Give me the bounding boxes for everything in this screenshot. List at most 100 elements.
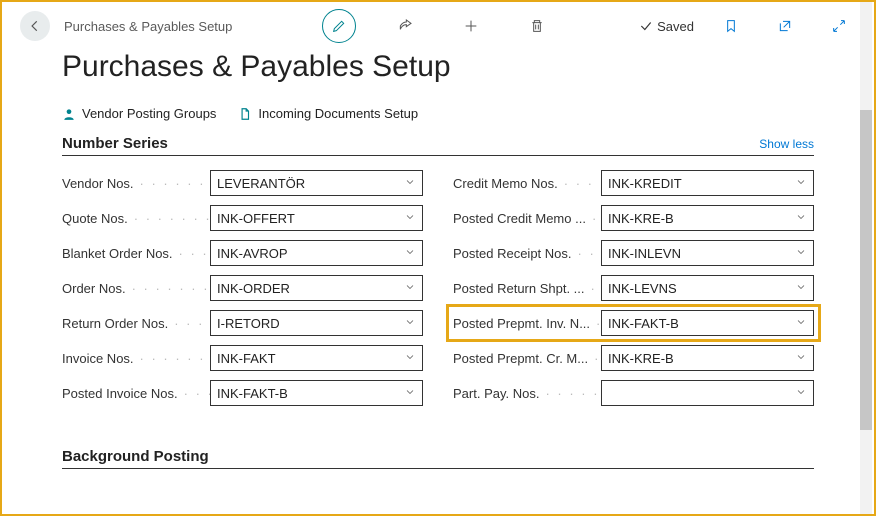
highlighted-field-wrapper: Posted Prepmt. Inv. N... INK-FAKT-B — [446, 304, 821, 342]
arrow-left-icon — [28, 19, 42, 33]
section-header: Number Series Show less — [62, 135, 814, 156]
field-dropdown[interactable]: I-RETORD — [210, 310, 423, 336]
field-value: INK-AVROP — [217, 246, 288, 261]
field-value: INK-FAKT-B — [217, 386, 288, 401]
chevron-down-icon — [795, 386, 807, 401]
chevron-down-icon — [795, 211, 807, 226]
field-posted-invoice-nos: Posted Invoice Nos. INK-FAKT-B — [62, 380, 423, 406]
scrollbar-track[interactable] — [860, 2, 872, 514]
field-dropdown[interactable]: INK-INLEVN — [601, 240, 814, 266]
field-dropdown[interactable]: INK-KRE-B — [601, 345, 814, 371]
background-posting-section: Background Posting — [2, 448, 874, 469]
top-center-actions — [322, 9, 554, 43]
field-credit-memo-nos: Credit Memo Nos. INK-KREDIT — [453, 170, 814, 196]
field-dropdown[interactable]: INK-AVROP — [210, 240, 423, 266]
bookmark-button[interactable] — [714, 9, 748, 43]
field-value: INK-ORDER — [217, 281, 290, 296]
field-label: Part. Pay. Nos. — [453, 386, 601, 401]
field-dropdown[interactable] — [601, 380, 814, 406]
show-less-link[interactable]: Show less — [759, 137, 814, 151]
section-header: Background Posting — [62, 448, 814, 469]
field-dropdown[interactable]: INK-KREDIT — [601, 170, 814, 196]
link-label: Incoming Documents Setup — [258, 106, 418, 121]
field-posted-receipt-nos: Posted Receipt Nos. INK-INLEVN — [453, 240, 814, 266]
document-icon — [238, 107, 252, 121]
field-label: Posted Return Shpt. ... — [453, 281, 601, 296]
field-return-order-nos: Return Order Nos. I-RETORD — [62, 310, 423, 336]
field-vendor-nos: Vendor Nos. LEVERANTÖR — [62, 170, 423, 196]
chevron-down-icon — [404, 316, 416, 331]
field-dropdown[interactable]: INK-FAKT-B — [210, 380, 423, 406]
page-title: Purchases & Payables Setup — [2, 50, 874, 100]
field-label: Posted Prepmt. Inv. N... — [453, 316, 601, 331]
trash-icon — [529, 18, 545, 34]
person-icon — [62, 107, 76, 121]
saved-status: Saved — [639, 19, 694, 34]
bookmark-icon — [723, 18, 739, 34]
share-button[interactable] — [388, 9, 422, 43]
field-posted-prepmt-cr: Posted Prepmt. Cr. M... INK-KRE-B — [453, 345, 814, 371]
chevron-down-icon — [795, 281, 807, 296]
field-label: Posted Invoice Nos. — [62, 386, 210, 401]
chevron-down-icon — [404, 211, 416, 226]
field-value: LEVERANTÖR — [217, 176, 305, 191]
vendor-posting-groups-link[interactable]: Vendor Posting Groups — [62, 106, 216, 121]
field-posted-return-shpt: Posted Return Shpt. ... INK-LEVNS — [453, 275, 814, 301]
delete-button[interactable] — [520, 9, 554, 43]
field-invoice-nos: Invoice Nos. INK-FAKT — [62, 345, 423, 371]
share-icon — [397, 18, 413, 34]
link-label: Vendor Posting Groups — [82, 106, 216, 121]
pencil-icon — [331, 18, 347, 34]
field-value: INK-LEVNS — [608, 281, 677, 296]
incoming-documents-setup-link[interactable]: Incoming Documents Setup — [238, 106, 418, 121]
field-value: INK-OFFERT — [217, 211, 295, 226]
scrollbar-thumb[interactable] — [860, 110, 872, 430]
field-label: Posted Receipt Nos. — [453, 246, 601, 261]
field-posted-credit-memo: Posted Credit Memo ... INK-KRE-B — [453, 205, 814, 231]
saved-label: Saved — [657, 19, 694, 34]
number-series-section: Number Series Show less Vendor Nos. LEVE… — [2, 135, 874, 406]
field-part-pay-nos: Part. Pay. Nos. — [453, 380, 814, 406]
edit-button[interactable] — [322, 9, 356, 43]
field-quote-nos: Quote Nos. INK-OFFERT — [62, 205, 423, 231]
field-blanket-order-nos: Blanket Order Nos. INK-AVROP — [62, 240, 423, 266]
field-value: INK-KREDIT — [608, 176, 682, 191]
expand-icon — [831, 18, 847, 34]
chevron-down-icon — [795, 316, 807, 331]
chevron-down-icon — [404, 351, 416, 366]
expand-button[interactable] — [822, 9, 856, 43]
field-dropdown[interactable]: INK-FAKT — [210, 345, 423, 371]
field-dropdown[interactable]: INK-FAKT-B — [601, 310, 814, 336]
field-label: Posted Prepmt. Cr. M... — [453, 351, 601, 366]
field-label: Blanket Order Nos. — [62, 246, 210, 261]
popout-button[interactable] — [768, 9, 802, 43]
plus-icon — [463, 18, 479, 34]
field-dropdown[interactable]: INK-LEVNS — [601, 275, 814, 301]
field-label: Quote Nos. — [62, 211, 210, 226]
breadcrumb: Purchases & Payables Setup — [64, 19, 232, 34]
chevron-down-icon — [795, 176, 807, 191]
field-dropdown[interactable]: INK-KRE-B — [601, 205, 814, 231]
field-order-nos: Order Nos. INK-ORDER — [62, 275, 423, 301]
check-icon — [639, 19, 653, 33]
fields-grid: Vendor Nos. LEVERANTÖR Credit Memo Nos. … — [62, 170, 814, 406]
chevron-down-icon — [404, 386, 416, 401]
field-dropdown[interactable]: INK-OFFERT — [210, 205, 423, 231]
top-right-actions: Saved — [639, 9, 856, 43]
field-value: INK-FAKT-B — [608, 316, 679, 331]
field-label: Order Nos. — [62, 281, 210, 296]
field-value: INK-KRE-B — [608, 351, 674, 366]
action-links: Vendor Posting Groups Incoming Documents… — [2, 100, 874, 129]
field-label: Posted Credit Memo ... — [453, 211, 601, 226]
back-button[interactable] — [20, 11, 50, 41]
field-value: INK-KRE-B — [608, 211, 674, 226]
top-bar: Purchases & Payables Setup Save — [2, 2, 874, 50]
field-dropdown[interactable]: INK-ORDER — [210, 275, 423, 301]
section-title: Background Posting — [62, 448, 209, 465]
chevron-down-icon — [795, 246, 807, 261]
new-button[interactable] — [454, 9, 488, 43]
field-dropdown[interactable]: LEVERANTÖR — [210, 170, 423, 196]
chevron-down-icon — [404, 176, 416, 191]
field-posted-prepmt-inv: Posted Prepmt. Inv. N... INK-FAKT-B — [453, 310, 814, 336]
field-value: INK-FAKT — [217, 351, 276, 366]
